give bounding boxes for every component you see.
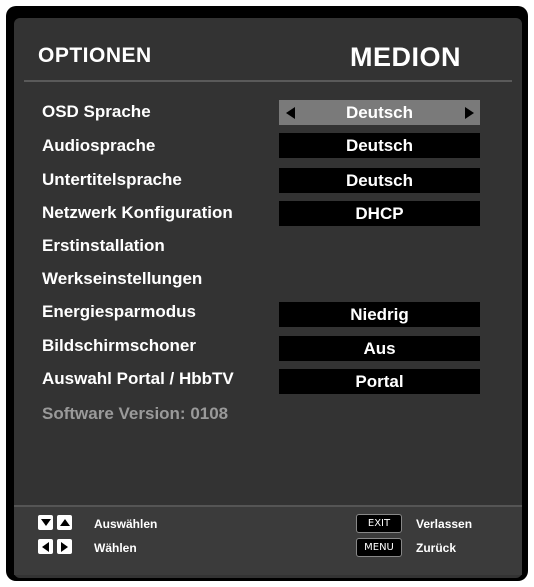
select-hint: Auswählen [94, 517, 158, 531]
menu-hint: Zurück [416, 541, 457, 555]
menu-item-audiosprache[interactable]: Audiosprache [42, 136, 155, 156]
right-arrow-icon[interactable] [458, 100, 480, 125]
right-key-icon [57, 539, 72, 554]
audiosprache-value[interactable]: Deutsch [279, 133, 480, 158]
exit-key-icon: EXIT [356, 514, 402, 533]
menu-item-auswahl-portal[interactable]: Auswahl Portal / HbbTV [42, 369, 234, 389]
menu-item-untertitelsprache[interactable]: Untertitelsprache [42, 170, 182, 190]
exit-hint: Verlassen [416, 517, 473, 531]
choose-hint: Wählen [94, 541, 137, 555]
left-arrow-icon[interactable] [279, 100, 301, 125]
untertitelsprache-value[interactable]: Deutsch [279, 168, 480, 193]
energiesparmodus-value[interactable]: Niedrig [279, 302, 480, 327]
up-key-icon [57, 515, 72, 530]
osd-sprache-value[interactable]: Deutsch [279, 100, 480, 125]
header-divider [24, 80, 512, 82]
software-version: Software Version: 0108 [42, 404, 229, 423]
netzwerk-konfiguration-value[interactable]: DHCP [279, 201, 480, 226]
menu-item-erstinstallation[interactable]: Erstinstallation [42, 236, 165, 256]
page-title: OPTIONEN [38, 44, 152, 67]
menu-item-bildschirmschoner[interactable]: Bildschirmschoner [42, 336, 196, 356]
left-key-icon [38, 539, 53, 554]
menu-item-osd-sprache[interactable]: OSD Sprache [42, 102, 151, 122]
auswahl-portal-value[interactable]: Portal [279, 369, 480, 394]
menu-item-energiesparmodus[interactable]: Energiesparmodus [42, 302, 196, 322]
footer-help-bar [14, 505, 522, 575]
menu-item-netzwerk-konfiguration[interactable]: Netzwerk Konfiguration [42, 203, 233, 223]
osd-sprache-value-text: Deutsch [345, 103, 414, 122]
menu-key-icon: MENU [356, 538, 402, 557]
brand-logo: MEDION [350, 42, 461, 72]
menu-item-werkseinstellungen[interactable]: Werkseinstellungen [42, 269, 202, 289]
bildschirmschoner-value[interactable]: Aus [279, 336, 480, 361]
down-key-icon [38, 515, 53, 530]
